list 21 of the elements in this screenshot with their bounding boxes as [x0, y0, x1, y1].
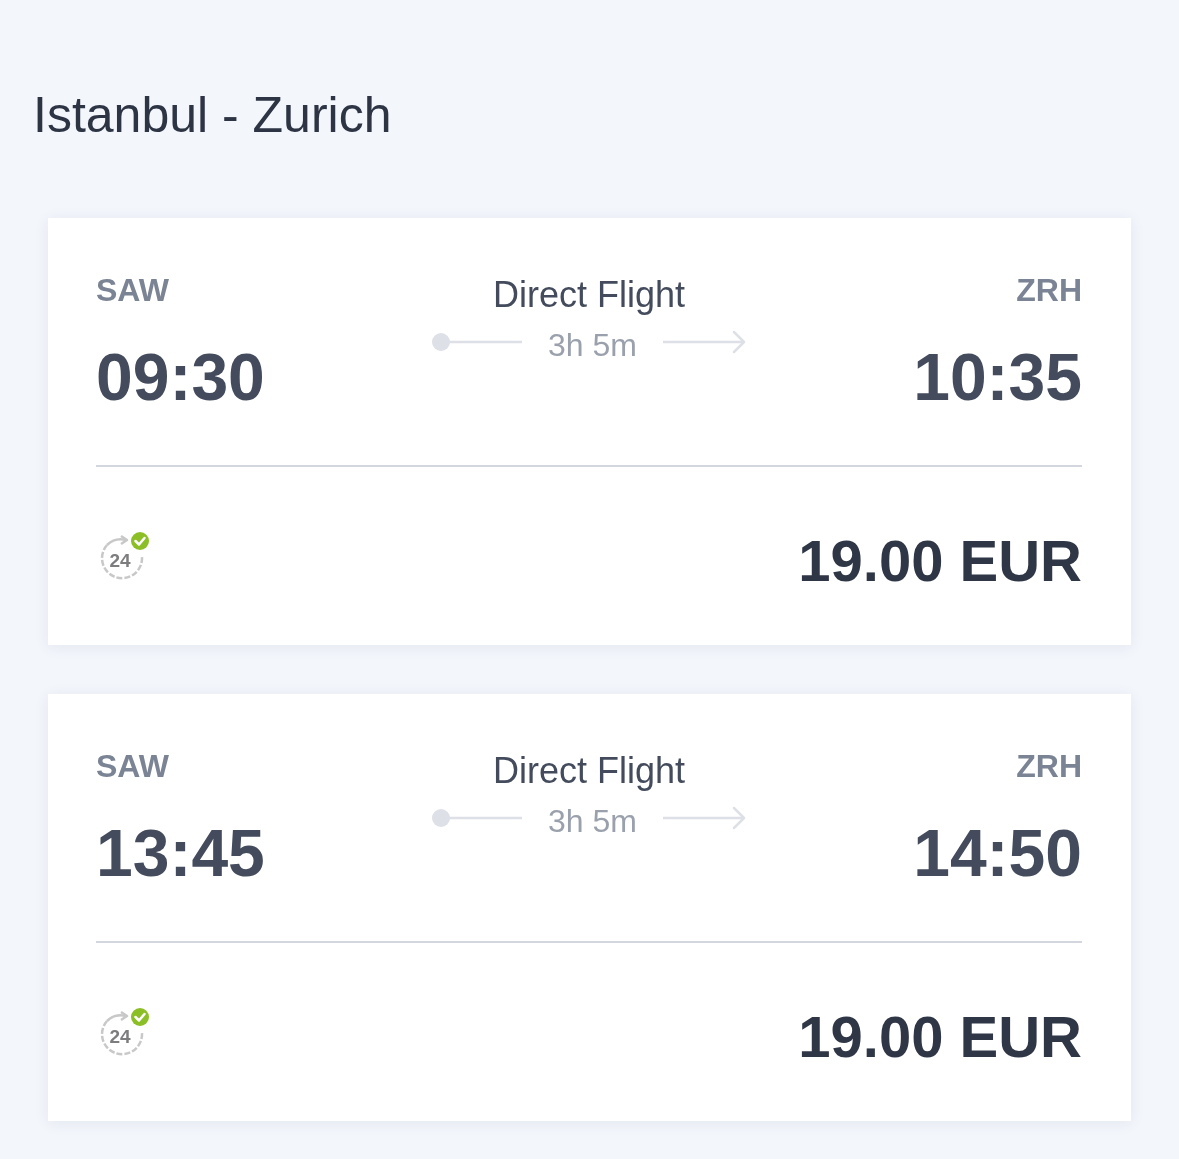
- departure-airport-code: SAW: [96, 747, 169, 785]
- flight-card[interactable]: SAW 13:45 Direct Flight 3h 5m ZRH 14:50 24 19.00 EUR: [48, 694, 1131, 1121]
- flight-duration: 3h 5m: [548, 802, 637, 840]
- arrow-right-icon: [662, 806, 747, 830]
- departure-time: 13:45: [96, 817, 265, 889]
- flight-price: 19.00 EUR: [798, 529, 1082, 593]
- departure-airport-code: SAW: [96, 271, 169, 309]
- route-start-line-icon: [431, 332, 523, 352]
- departure-time: 09:30: [96, 341, 265, 413]
- flight-price: 19.00 EUR: [798, 1005, 1082, 1069]
- arrival-time: 14:50: [913, 817, 1082, 889]
- route-start-line-icon: [431, 808, 523, 828]
- flight-card[interactable]: SAW 09:30 Direct Flight 3h 5m ZRH 10:35 24 19.00 EUR: [48, 218, 1131, 645]
- flight-type-label: Direct Flight: [492, 749, 685, 792]
- arrival-airport-code: ZRH: [1016, 747, 1082, 785]
- arrow-right-icon: [662, 330, 747, 354]
- flight-duration: 3h 5m: [548, 326, 637, 364]
- flight-type-label: Direct Flight: [492, 273, 685, 316]
- arrival-airport-code: ZRH: [1016, 271, 1082, 309]
- arrival-time: 10:35: [913, 341, 1082, 413]
- route-title: Istanbul - Zurich: [33, 86, 392, 145]
